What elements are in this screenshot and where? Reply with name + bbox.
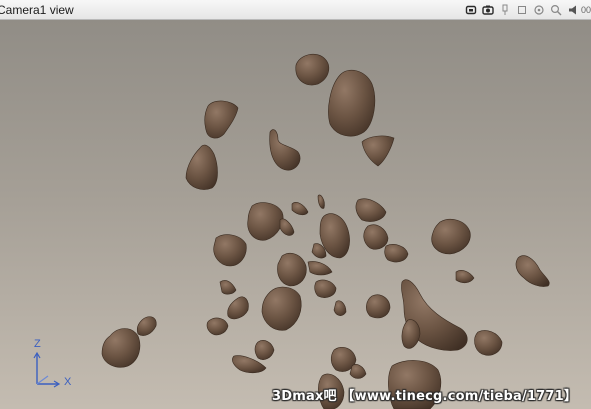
camera-viewport-window[interactable]: Camera1 view 00 Z X 3Dmax吧 【www.tinecg.c… bbox=[0, 0, 591, 409]
pin-icon[interactable] bbox=[497, 2, 513, 18]
viewport-background bbox=[0, 20, 591, 409]
speaker-icon[interactable] bbox=[565, 2, 581, 18]
camera-snapshot-icon[interactable] bbox=[480, 2, 496, 18]
axis-z-label: Z bbox=[34, 338, 41, 350]
zoom-icon[interactable] bbox=[548, 2, 564, 18]
zoom-readout: 00 bbox=[581, 5, 591, 15]
viewport-toolbar: 00 bbox=[462, 2, 591, 18]
watermark-text: 3Dmax吧 【www.tinecg.com/tieba/1771】 bbox=[272, 389, 578, 404]
axis-x-label: X bbox=[64, 376, 72, 388]
square-icon[interactable] bbox=[514, 2, 530, 18]
viewport-scene[interactable] bbox=[0, 20, 591, 409]
axis-gizmo: Z X bbox=[28, 338, 78, 392]
settings-icon[interactable] bbox=[531, 2, 547, 18]
camera-render-icon[interactable] bbox=[463, 2, 479, 18]
viewport-title-bar: Camera1 view 00 bbox=[0, 0, 591, 20]
viewport-title: Camera1 view bbox=[0, 3, 74, 17]
